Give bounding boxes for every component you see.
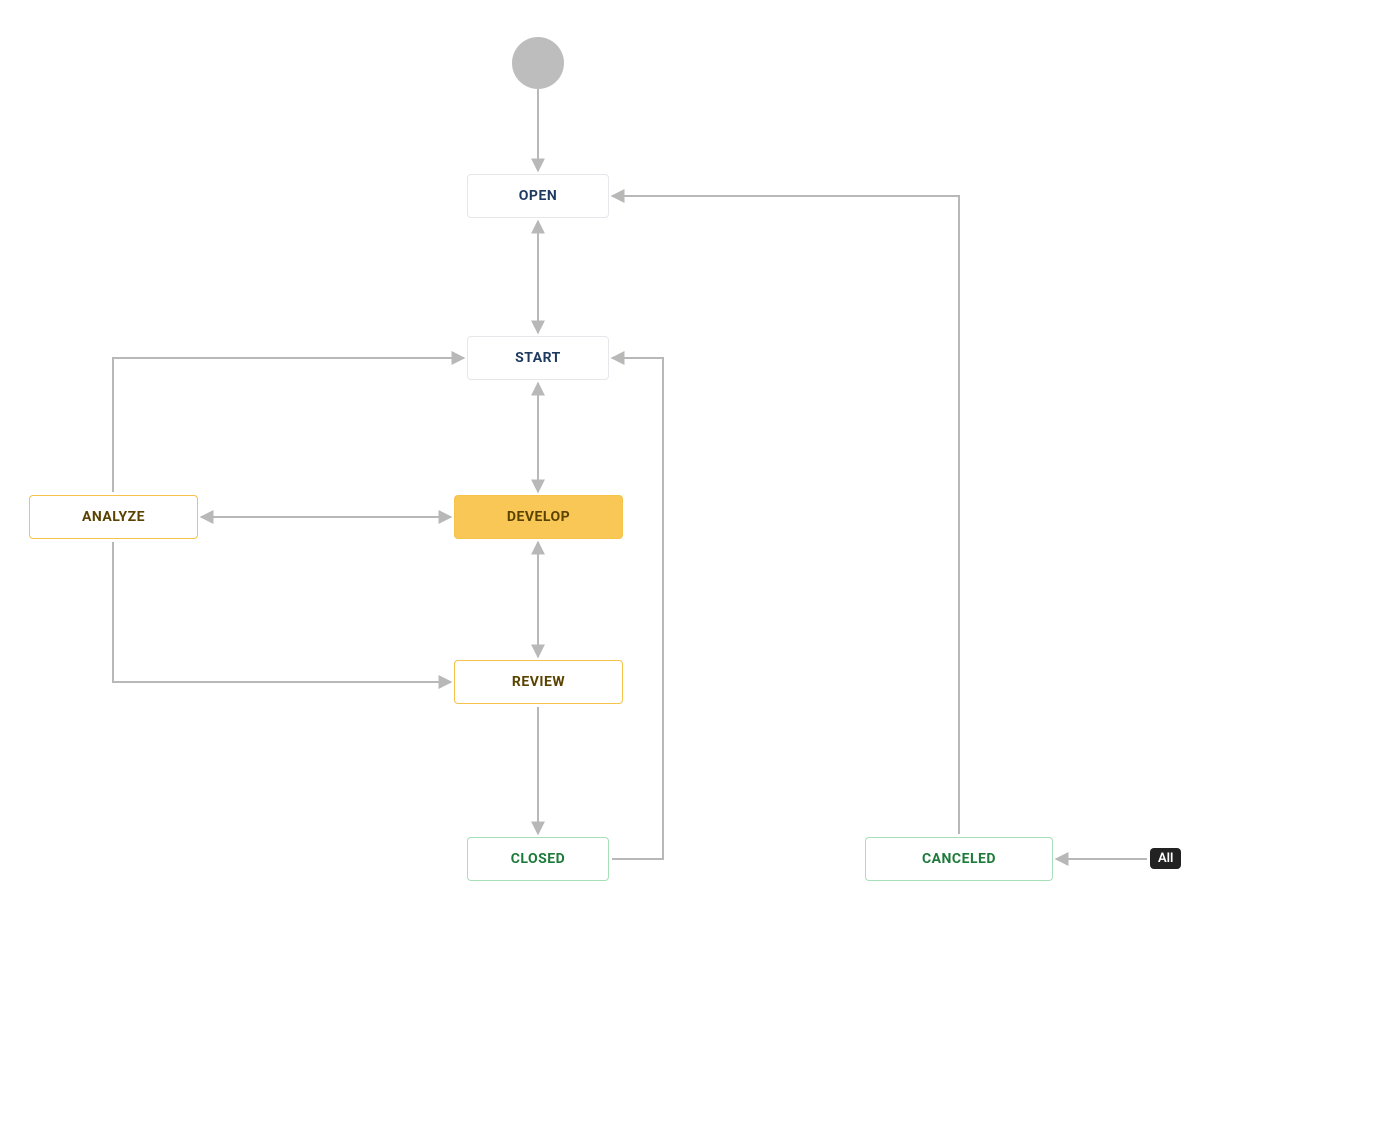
edge-closed-start (612, 358, 663, 859)
initial-state-circle (512, 37, 564, 89)
node-closed-label: CLOSED (511, 851, 566, 867)
node-analyze[interactable]: ANALYZE (29, 495, 198, 539)
edge-analyze-review (113, 542, 451, 682)
edge-layer (0, 0, 1378, 1134)
workflow-diagram: OPEN START ANALYZE DEVELOP REVIEW CLOSED… (0, 0, 1378, 1134)
node-review-label: REVIEW (512, 674, 565, 690)
node-develop[interactable]: DEVELOP (454, 495, 623, 539)
node-open[interactable]: OPEN (467, 174, 609, 218)
node-canceled-label: CANCELED (922, 851, 996, 867)
node-start[interactable]: START (467, 336, 609, 380)
node-open-label: OPEN (519, 188, 557, 204)
edge-analyze-start (113, 358, 464, 492)
node-start-label: START (515, 350, 561, 366)
node-develop-label: DEVELOP (507, 509, 570, 525)
node-review[interactable]: REVIEW (454, 660, 623, 704)
badge-all[interactable]: All (1150, 848, 1181, 869)
node-closed[interactable]: CLOSED (467, 837, 609, 881)
badge-all-label: All (1158, 851, 1173, 866)
edge-canceled-open (612, 196, 959, 834)
node-canceled[interactable]: CANCELED (865, 837, 1053, 881)
node-analyze-label: ANALYZE (82, 509, 145, 525)
